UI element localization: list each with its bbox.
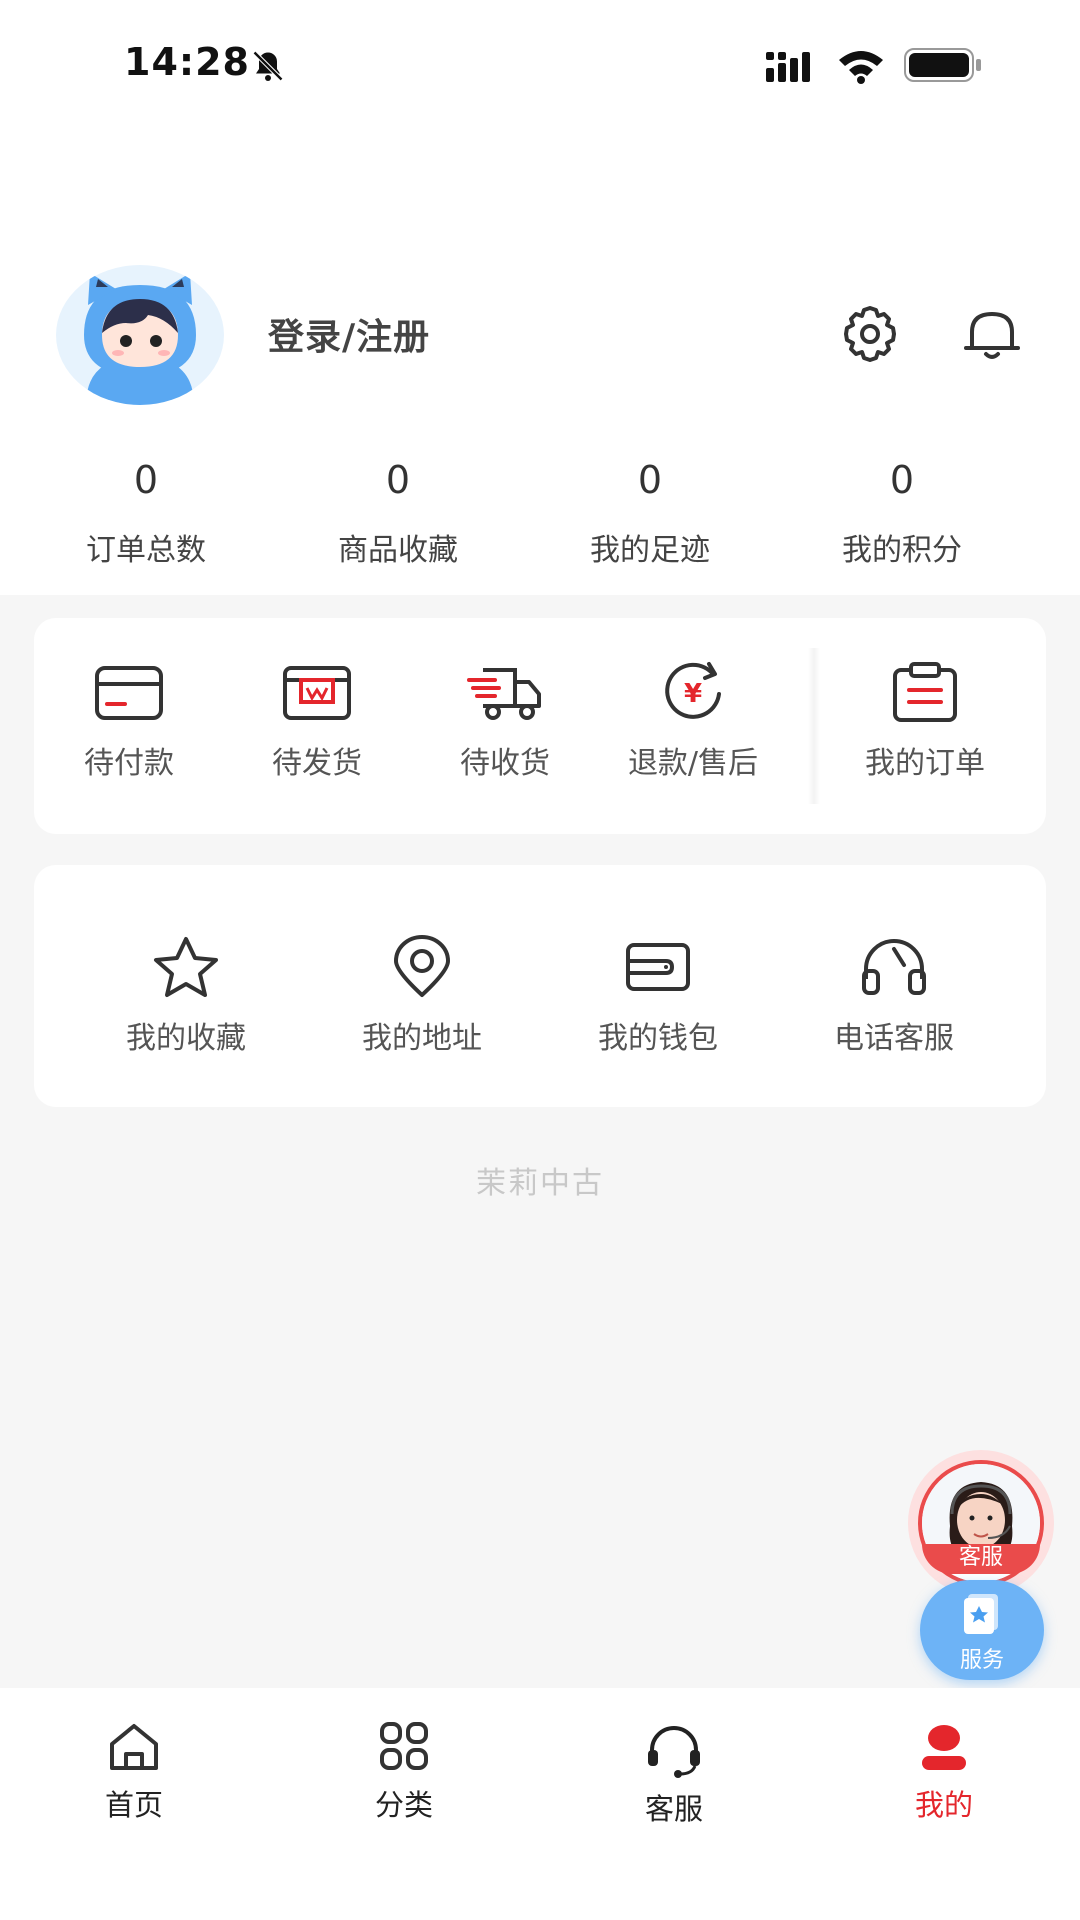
svg-text:¥: ¥ — [684, 679, 702, 709]
order-label: 待收货 — [460, 746, 550, 781]
headset-icon — [862, 939, 926, 995]
tab-home[interactable]: 首页 — [44, 1718, 224, 1824]
service-phone-support[interactable]: 电话客服 — [794, 935, 994, 1057]
stat-label: 我的足迹 — [590, 533, 710, 568]
star-card-icon — [964, 1594, 998, 1634]
tab-customer-service[interactable]: 客服 — [584, 1722, 764, 1828]
stat-favorites[interactable]: 0 商品收藏 — [272, 455, 524, 595]
bell-muted-icon — [252, 50, 284, 82]
stat-value: 0 — [637, 458, 663, 502]
tab-mine[interactable]: 我的 — [854, 1718, 1034, 1824]
order-label: 我的订单 — [865, 746, 985, 781]
login-register-link[interactable]: 登录/注册 — [268, 308, 430, 360]
stat-label: 我的积分 — [842, 533, 962, 568]
clipboard-icon — [893, 662, 957, 722]
status-bar: 14:28 — [0, 0, 1080, 130]
stat-footprints[interactable]: 0 我的足迹 — [524, 455, 776, 595]
refund-icon: ¥ — [665, 662, 721, 719]
home-icon — [110, 1724, 158, 1770]
wallet-icon — [626, 943, 690, 991]
status-time: 14:28 — [124, 40, 250, 84]
stat-value: 0 — [133, 458, 159, 502]
battery-icon — [904, 48, 981, 82]
stat-value: 0 — [385, 458, 411, 502]
tab-label: 首页 — [104, 1788, 163, 1822]
service-my-wallet[interactable]: 我的钱包 — [558, 935, 758, 1057]
service-label: 我的收藏 — [126, 1021, 246, 1056]
stat-value: 0 — [889, 458, 915, 502]
user-icon — [922, 1725, 966, 1770]
grid-icon — [380, 1722, 428, 1770]
order-pending-payment[interactable]: 待付款 — [44, 660, 214, 782]
bottom-tab-bar: 首页 分类 客服 我的 — [0, 1688, 1080, 1920]
stat-orders-total[interactable]: 0 订单总数 — [20, 455, 272, 595]
order-refund-aftersales[interactable]: ¥ 退款/售后 — [608, 660, 778, 782]
floating-customer-service-button[interactable]: 客服 — [908, 1450, 1054, 1596]
services-card: 我的收藏 我的地址 我的钱包 电话客服 — [34, 865, 1046, 1107]
tab-label: 分类 — [374, 1788, 433, 1822]
floating-kefu-label: 客服 — [922, 1544, 1040, 1574]
tab-label: 客服 — [644, 1792, 703, 1826]
truck-icon — [467, 668, 541, 720]
location-icon — [394, 935, 450, 997]
floating-service-label: 服务 — [959, 1648, 1004, 1673]
service-my-favorites[interactable]: 我的收藏 — [86, 935, 286, 1057]
order-pending-receipt[interactable]: 待收货 — [420, 660, 590, 782]
wifi-icon — [839, 51, 883, 84]
profile-header: 登录/注册 0 订单总数 0 商品收藏 0 我的足迹 0 我的积分 — [0, 130, 1080, 595]
order-my-orders[interactable]: 我的订单 — [840, 660, 1010, 782]
order-label: 待付款 — [84, 746, 174, 781]
orders-card: 待付款 待发货 待收货 ¥ 退款/售后 我的订单 — [34, 618, 1046, 834]
headset-icon — [648, 1726, 700, 1778]
brand-footer: 茉莉中古 — [476, 1166, 604, 1201]
cellular-signal-icon — [766, 52, 810, 82]
service-my-address[interactable]: 我的地址 — [322, 935, 522, 1057]
order-pending-shipment[interactable]: 待发货 — [232, 660, 402, 782]
floating-service-button[interactable]: 服务 — [920, 1580, 1044, 1680]
stat-label: 商品收藏 — [338, 533, 458, 568]
order-label: 待发货 — [272, 746, 362, 781]
order-label: 退款/售后 — [627, 746, 759, 781]
tab-category[interactable]: 分类 — [314, 1718, 494, 1824]
card-icon — [95, 666, 163, 720]
divider — [808, 648, 820, 804]
service-label: 我的钱包 — [598, 1021, 718, 1056]
stat-label: 订单总数 — [86, 533, 206, 568]
avatar[interactable] — [56, 265, 224, 405]
settings-gear-icon[interactable] — [838, 302, 902, 366]
star-icon — [154, 937, 218, 997]
box-icon — [283, 666, 351, 720]
tab-label: 我的 — [914, 1788, 973, 1822]
stat-points[interactable]: 0 我的积分 — [776, 455, 1028, 595]
stats-row: 0 订单总数 0 商品收藏 0 我的足迹 0 我的积分 — [20, 455, 1060, 595]
service-label: 我的地址 — [362, 1021, 482, 1056]
notification-bell-icon[interactable] — [962, 302, 1022, 366]
service-label: 电话客服 — [834, 1021, 954, 1056]
